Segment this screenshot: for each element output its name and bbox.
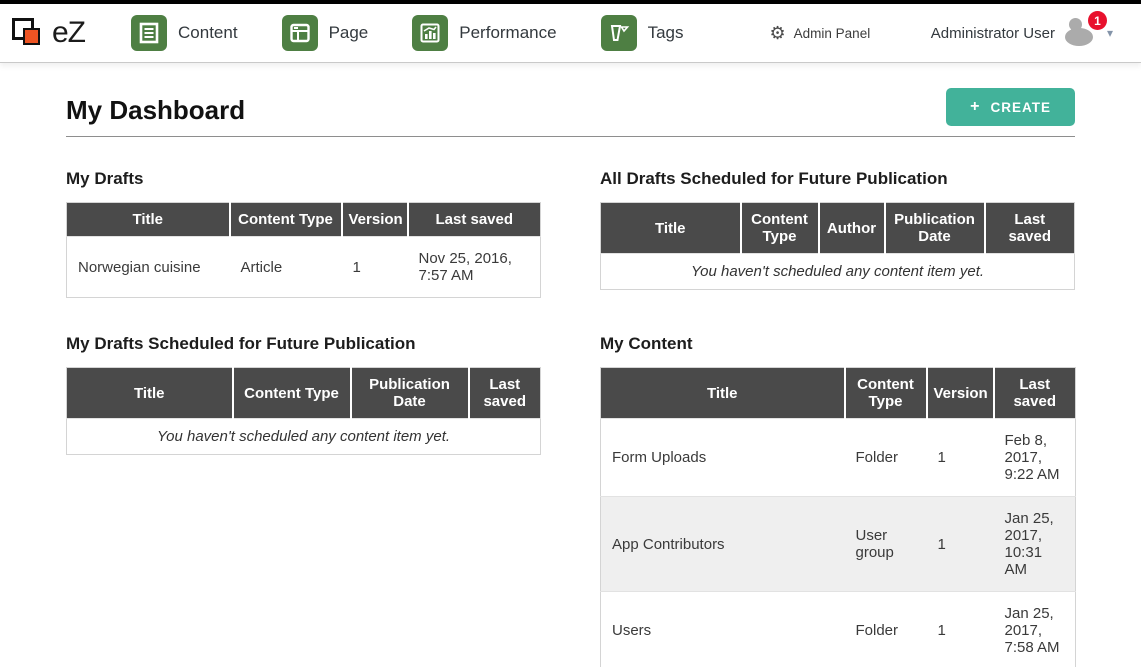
ez-logo-icon (12, 16, 46, 50)
table-header-row: Title Content Type Author Publication Da… (601, 203, 1075, 254)
table-row[interactable]: Norwegian cuisine Article 1 Nov 25, 2016… (67, 237, 541, 298)
section-my-drafts-scheduled: My Drafts Scheduled for Future Publicati… (66, 334, 540, 455)
section-my-content: My Content Title Content Type Version La… (600, 334, 1075, 667)
section-title: My Drafts (66, 169, 540, 189)
page-icon (282, 15, 318, 51)
section-title: All Drafts Scheduled for Future Publicat… (600, 169, 1075, 189)
user-name: Administrator User (931, 25, 1055, 42)
col-title: Title (601, 368, 845, 419)
empty-row: You haven't scheduled any content item y… (67, 419, 541, 455)
dashboard-grid: My Drafts Title Content Type Version Las… (66, 169, 1075, 667)
nav-item-label: Tags (648, 23, 684, 43)
section-title: My Content (600, 334, 1075, 354)
col-publication-date: Publication Date (885, 203, 985, 254)
content-icon (131, 15, 167, 51)
table-row[interactable]: Form Uploads Folder 1 Feb 8, 2017, 9:22 … (601, 419, 1076, 497)
col-content-type: Content Type (230, 203, 342, 237)
dashboard-main: My Dashboard + CREATE My Drafts Title Co… (0, 88, 1141, 667)
nav-item-content[interactable]: Content (131, 15, 238, 51)
nav-item-tags[interactable]: Tags (601, 15, 684, 51)
create-button-label: CREATE (990, 100, 1051, 115)
nav-item-label: Page (329, 23, 369, 43)
table-row[interactable]: App Contributors User group 1 Jan 25, 20… (601, 497, 1076, 592)
my-drafts-scheduled-table: Title Content Type Publication Date Last… (66, 367, 541, 455)
table-row[interactable]: Users Folder 1 Jan 25, 2017, 7:58 AM (601, 592, 1076, 667)
ez-logo[interactable]: eZ (12, 16, 85, 50)
performance-icon (412, 15, 448, 51)
page-header: My Dashboard + CREATE (66, 88, 1075, 137)
col-last-saved: Last saved (994, 368, 1076, 419)
logo-orange-square (23, 28, 40, 45)
all-drafts-scheduled-table: Title Content Type Author Publication Da… (600, 202, 1075, 290)
col-content-type: Content Type (233, 368, 351, 419)
table-header-row: Title Content Type Version Last saved (601, 368, 1076, 419)
notification-badge[interactable]: 1 (1088, 11, 1107, 30)
col-title: Title (67, 368, 233, 419)
create-button[interactable]: + CREATE (946, 88, 1075, 126)
section-all-drafts-scheduled: All Drafts Scheduled for Future Publicat… (600, 169, 1075, 290)
table-header-row: Title Content Type Publication Date Last… (67, 368, 541, 419)
col-last-saved: Last saved (985, 203, 1075, 254)
nav-item-label: Content (178, 23, 238, 43)
table-header-row: Title Content Type Version Last saved (67, 203, 541, 237)
plus-icon: + (970, 99, 980, 115)
nav-item-performance[interactable]: Performance (412, 15, 556, 51)
empty-row: You haven't scheduled any content item y… (601, 254, 1075, 290)
admin-panel-label: Admin Panel (794, 26, 871, 41)
col-author: Author (819, 203, 885, 254)
col-publication-date: Publication Date (351, 368, 469, 419)
col-title: Title (67, 203, 230, 237)
nav-item-page[interactable]: Page (282, 15, 369, 51)
gear-icon: ⚙ (770, 24, 786, 42)
col-last-saved: Last saved (469, 368, 541, 419)
my-drafts-table: Title Content Type Version Last saved No… (66, 202, 541, 298)
col-version: Version (927, 368, 994, 419)
my-content-table: Title Content Type Version Last saved Fo… (600, 367, 1076, 667)
logo-text: eZ (52, 16, 85, 50)
nav-item-label: Performance (459, 23, 556, 43)
admin-panel-link[interactable]: ⚙ Admin Panel (770, 24, 871, 42)
section-my-drafts: My Drafts Title Content Type Version Las… (66, 169, 540, 298)
tags-icon (601, 15, 637, 51)
col-last-saved: Last saved (408, 203, 541, 237)
chevron-down-icon[interactable]: ▾ (1107, 26, 1113, 40)
page-title: My Dashboard (66, 95, 245, 126)
top-navbar: eZ Content Pag (0, 4, 1141, 62)
empty-message: You haven't scheduled any content item y… (601, 254, 1075, 290)
empty-message: You haven't scheduled any content item y… (67, 419, 541, 455)
section-title: My Drafts Scheduled for Future Publicati… (66, 334, 540, 354)
col-content-type: Content Type (741, 203, 819, 254)
col-title: Title (601, 203, 741, 254)
user-avatar-icon[interactable]: 1 (1065, 18, 1097, 48)
col-content-type: Content Type (845, 368, 927, 419)
user-menu[interactable]: Administrator User 1 ▾ (931, 18, 1113, 48)
nav-items: Content Page (131, 15, 684, 51)
col-version: Version (342, 203, 408, 237)
